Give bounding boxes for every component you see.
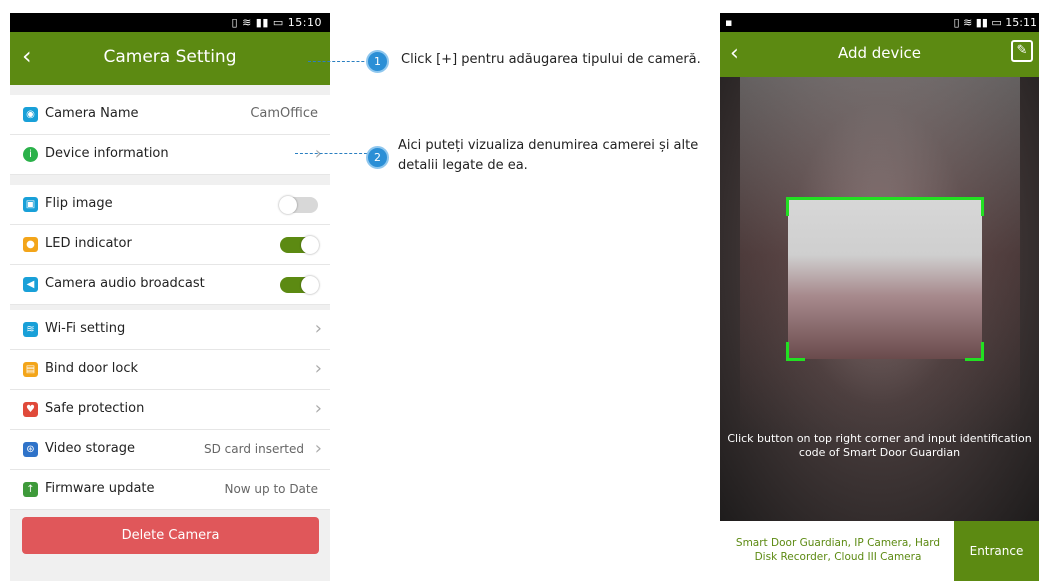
chevron-right-icon: › <box>314 438 322 459</box>
camera-name-row[interactable]: ◉ Camera Name CamOffice <box>10 95 330 135</box>
camera-name-value: CamOffice <box>250 106 318 121</box>
flip-icon: ▣ <box>23 197 38 212</box>
annotation-1-text: Click [+] pentru adăugarea tipului de ca… <box>401 52 701 67</box>
toggle-knob <box>301 276 319 294</box>
led-indicator-row: ● LED indicator <box>10 225 330 265</box>
status-indicators: ▯ ≋ ▮▮ ▭ 15:10 <box>232 16 322 29</box>
safe-protection-row[interactable]: ♥ Safe protection › <box>10 390 330 430</box>
device-information-row[interactable]: i Device information › <box>10 135 330 175</box>
video-storage-row[interactable]: ⊛ Video storage SD card inserted › <box>10 430 330 470</box>
scan-instruction: Click button on top right corner and inp… <box>724 432 1035 460</box>
upload-icon: ↑ <box>23 482 38 497</box>
video-storage-label: Video storage <box>45 441 135 456</box>
notification-icon: ▪ <box>725 16 733 29</box>
flip-image-toggle[interactable] <box>279 196 318 214</box>
wifi-icon: ≋ <box>23 322 38 337</box>
camera-setting-screen: ▯ ≋ ▮▮ ▭ 15:10 ‹ Camera Setting ◉ Camera… <box>10 13 330 581</box>
nav-bar: ‹ Camera Setting <box>10 32 330 85</box>
status-time: 15:11 <box>1005 16 1037 29</box>
chevron-right-icon: › <box>314 398 322 419</box>
chevron-right-icon: › <box>314 358 322 379</box>
status-time: 15:10 <box>287 16 322 29</box>
led-indicator-label: LED indicator <box>45 236 132 251</box>
wifi-setting-row[interactable]: ≋ Wi-Fi setting › <box>10 310 330 350</box>
bottom-bar: Smart Door Guardian, IP Camera, Hard Dis… <box>720 521 1039 581</box>
chevron-right-icon: › <box>314 318 322 339</box>
status-bar: ▯ ≋ ▮▮ ▭ 15:10 <box>10 13 330 32</box>
camera-audio-row: ◀ Camera audio broadcast <box>10 265 330 305</box>
led-indicator-toggle[interactable] <box>280 236 319 254</box>
firmware-update-row[interactable]: ↑ Firmware update Now up to Date <box>10 470 330 510</box>
page-title: Camera Setting <box>103 47 237 67</box>
delete-camera-button[interactable]: Delete Camera <box>22 517 319 554</box>
camera-viewfinder: Click button on top right corner and inp… <box>720 77 1039 521</box>
bind-door-lock-label: Bind door lock <box>45 361 139 376</box>
annotation-2-line1: Aici puteți vizualiza denumirea camerei … <box>398 138 699 153</box>
shield-icon: ♥ <box>23 402 38 417</box>
camera-icon: ◉ <box>23 107 38 122</box>
nav-bar: ‹ Add device ✎ <box>720 32 1039 77</box>
device-information-label: Device information <box>45 146 169 161</box>
status-indicators: ▯ ≋ ▮▮ ▭ 15:11 <box>954 16 1037 29</box>
annotation-2-line2: detalii legate de ea. <box>398 158 528 173</box>
safe-protection-label: Safe protection <box>45 401 145 416</box>
annotation-2-text: Aici puteți vizualiza denumirea camerei … <box>398 136 698 176</box>
annotation-2-leader <box>295 153 367 154</box>
storage-icon: ⊛ <box>23 442 38 457</box>
scan-corner <box>965 342 984 361</box>
scan-frame <box>786 197 984 361</box>
video-storage-value: SD card inserted <box>204 442 304 456</box>
scan-line <box>788 197 982 200</box>
annotation-1-marker: 1 <box>366 50 389 73</box>
add-device-screen: ▪ ▯ ≋ ▮▮ ▭ 15:11 ‹ Add device ✎ Click bu… <box>720 13 1039 581</box>
wifi-setting-label: Wi-Fi setting <box>45 321 126 336</box>
firmware-update-value: Now up to Date <box>224 482 318 496</box>
camera-name-label: Camera Name <box>45 106 139 121</box>
status-icons: ▯ ≋ ▮▮ ▭ <box>953 16 1002 29</box>
scan-instruction-line1: Click button on top right corner and inp… <box>727 432 1032 445</box>
camera-audio-toggle[interactable] <box>280 276 319 294</box>
status-icons: ▯ ≋ ▮▮ ▭ <box>231 16 284 29</box>
annotation-2-marker: 2 <box>366 146 389 169</box>
camera-audio-label: Camera audio broadcast <box>45 276 205 291</box>
scan-instruction-line2: code of Smart Door Guardian <box>798 446 961 459</box>
info-icon: i <box>23 147 38 162</box>
flip-image-row: ▣ Flip image <box>10 185 330 225</box>
edit-icon[interactable]: ✎ <box>1011 40 1033 62</box>
bind-door-lock-row[interactable]: ▤ Bind door lock › <box>10 350 330 390</box>
speaker-icon: ◀ <box>23 277 38 292</box>
status-bar: ▪ ▯ ≋ ▮▮ ▭ 15:11 <box>720 13 1039 32</box>
annotation-1-leader <box>308 61 374 62</box>
scan-corner <box>786 342 805 361</box>
bulb-icon: ● <box>23 237 38 252</box>
toggle-knob <box>301 236 319 254</box>
page-title: Add device <box>837 44 922 62</box>
lock-icon: ▤ <box>23 362 38 377</box>
supported-device-types: Smart Door Guardian, IP Camera, Hard Dis… <box>724 536 952 564</box>
device-types-line2: Disk Recorder, Cloud III Camera <box>754 551 922 563</box>
scan-corner <box>786 197 805 216</box>
scan-corner <box>965 197 984 216</box>
device-types-line1: Smart Door Guardian, IP Camera, Hard <box>735 537 941 549</box>
flip-image-label: Flip image <box>45 196 113 211</box>
entrance-button[interactable]: Entrance <box>954 521 1039 581</box>
toggle-knob <box>279 196 297 214</box>
firmware-update-label: Firmware update <box>45 481 155 496</box>
